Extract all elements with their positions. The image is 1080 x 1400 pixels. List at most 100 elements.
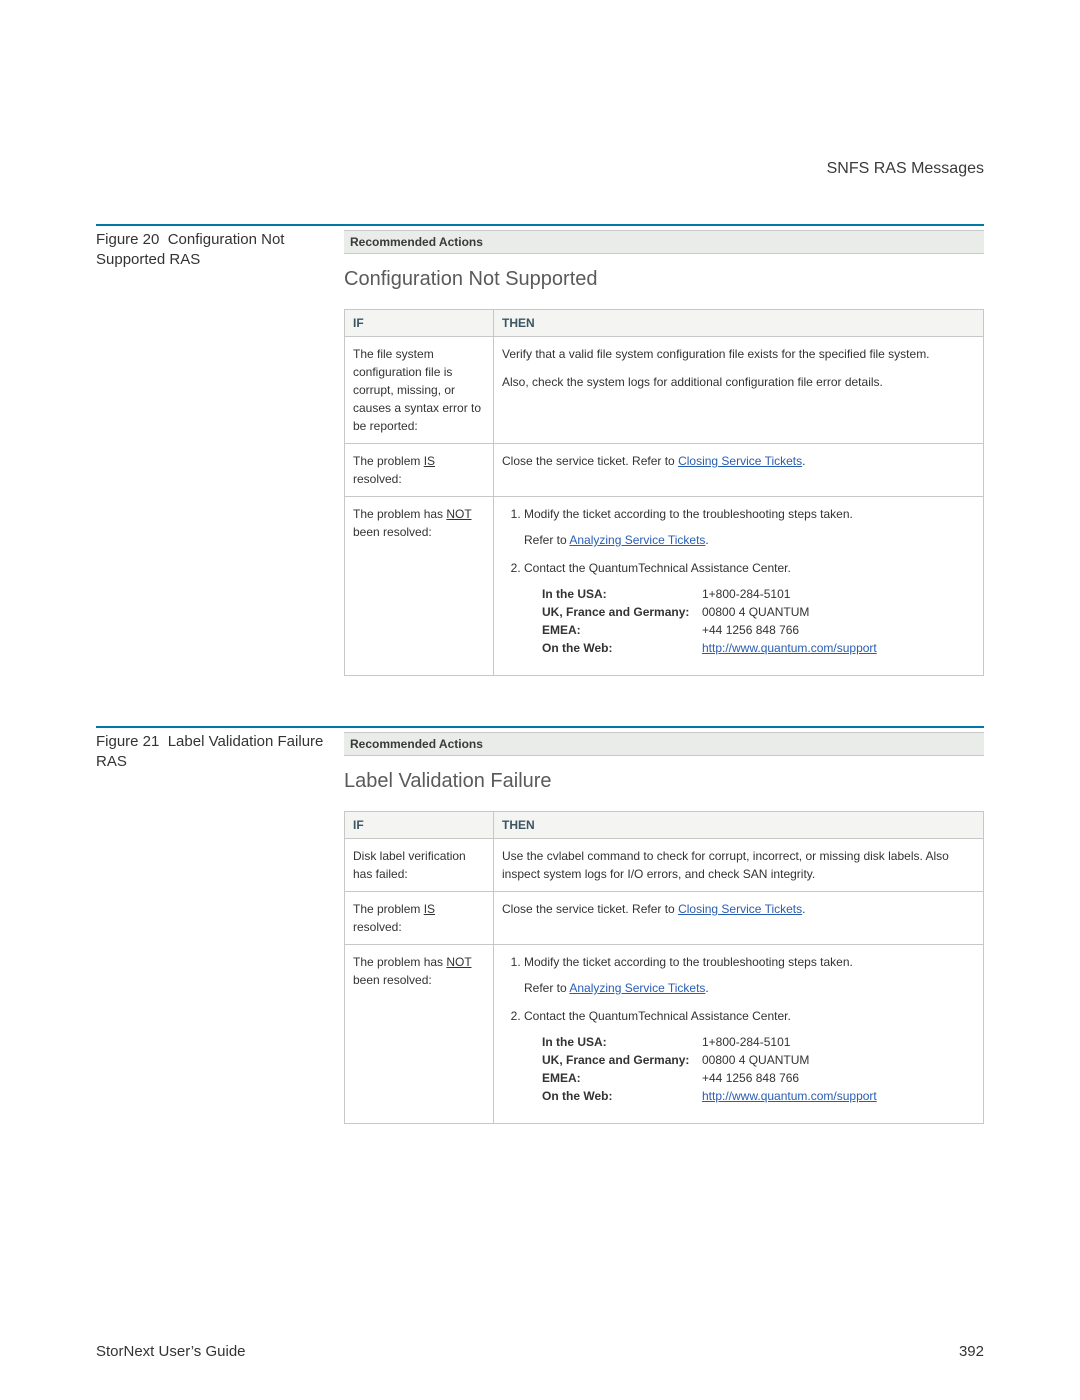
then-line: Also, check the system logs for addition…: [502, 373, 975, 391]
if-cell: The problem has NOT been resolved:: [345, 945, 494, 1124]
steps-list: Modify the ticket according to the troub…: [502, 505, 975, 657]
text: Refer to: [524, 981, 569, 995]
text: resolved:: [353, 920, 402, 934]
list-item: Contact the QuantumTechnical Assistance …: [524, 559, 975, 657]
table-row: The problem has NOT been resolved: Modif…: [345, 945, 984, 1124]
col-then-header: THEN: [494, 812, 984, 839]
footer-left: StorNext User’s Guide: [96, 1343, 246, 1360]
contact-row: EMEA: +44 1256 848 766: [542, 621, 975, 639]
panel-title: Configuration Not Supported: [344, 268, 984, 291]
if-cell: The problem has NOT been resolved:: [345, 497, 494, 676]
contact-row: EMEA: +44 1256 848 766: [542, 1069, 975, 1087]
contact-value: +44 1256 848 766: [702, 621, 975, 639]
page-footer: StorNext User’s Guide 392: [96, 1343, 984, 1360]
closing-service-tickets-link[interactable]: Closing Service Tickets: [678, 454, 802, 468]
figure-block: Figure 20 Configuration Not Supported RA…: [96, 230, 984, 676]
table-row: The problem has NOT been resolved: Modif…: [345, 497, 984, 676]
contact-label: UK, France and Germany:: [542, 1051, 702, 1069]
contact-value: 1+800-284-5101: [702, 585, 975, 603]
col-then-header: THEN: [494, 310, 984, 337]
analyzing-service-tickets-link[interactable]: Analyzing Service Tickets: [569, 533, 705, 547]
support-url-link[interactable]: http://www.quantum.com/support: [702, 1089, 877, 1103]
contact-value: 00800 4 QUANTUM: [702, 603, 975, 621]
text: The problem: [353, 454, 424, 468]
text: Modify the ticket according to the troub…: [524, 507, 853, 521]
then-cell: Modify the ticket according to the troub…: [494, 945, 984, 1124]
ras-table: IF THEN The file system configuration fi…: [344, 309, 984, 676]
text: been resolved:: [353, 525, 432, 539]
figure-block: Figure 21 Label Validation Failure RAS R…: [96, 732, 984, 1124]
ras-table: IF THEN Disk label verification has fail…: [344, 811, 984, 1124]
text: The problem: [353, 902, 424, 916]
text: resolved:: [353, 472, 402, 486]
then-line: Use the cvlabel command to check for cor…: [502, 847, 975, 883]
contact-value: http://www.quantum.com/support: [702, 1087, 975, 1105]
figure-number: Figure 21: [96, 733, 159, 750]
emphasis-not: NOT: [446, 955, 471, 969]
list-item: Modify the ticket according to the troub…: [524, 953, 975, 997]
panel-title: Label Validation Failure: [344, 770, 984, 793]
contact-row: UK, France and Germany: 00800 4 QUANTUM: [542, 603, 975, 621]
then-cell: Verify that a valid file system configur…: [494, 337, 984, 444]
if-cell: The file system configuration file is co…: [345, 337, 494, 444]
contact-label: In the USA:: [542, 1033, 702, 1051]
divider: [96, 224, 984, 226]
table-header-row: IF THEN: [345, 310, 984, 337]
if-cell: Disk label verification has failed:: [345, 839, 494, 892]
table-row: Disk label verification has failed: Use …: [345, 839, 984, 892]
text: Refer to: [524, 533, 569, 547]
table-header-row: IF THEN: [345, 812, 984, 839]
steps-list: Modify the ticket according to the troub…: [502, 953, 975, 1105]
contact-label: UK, France and Germany:: [542, 603, 702, 621]
contact-row: On the Web: http://www.quantum.com/suppo…: [542, 639, 975, 657]
emphasis-is: IS: [424, 454, 435, 468]
table-row: The problem IS resolved: Close the servi…: [345, 892, 984, 945]
table-row: The problem IS resolved: Close the servi…: [345, 444, 984, 497]
if-cell: The problem IS resolved:: [345, 444, 494, 497]
then-cell: Use the cvlabel command to check for cor…: [494, 839, 984, 892]
text: Close the service ticket. Refer to: [502, 902, 678, 916]
contact-label: In the USA:: [542, 585, 702, 603]
text: Modify the ticket according to the troub…: [524, 955, 853, 969]
recommended-actions-bar: Recommended Actions: [344, 732, 984, 756]
emphasis-is: IS: [424, 902, 435, 916]
analyzing-service-tickets-link[interactable]: Analyzing Service Tickets: [569, 981, 705, 995]
text: Contact the QuantumTechnical Assistance …: [524, 1009, 791, 1023]
figure-content: Recommended Actions Configuration Not Su…: [344, 230, 984, 676]
text: .: [705, 981, 708, 995]
closing-service-tickets-link[interactable]: Closing Service Tickets: [678, 902, 802, 916]
if-cell: The problem IS resolved:: [345, 892, 494, 945]
text: The problem has: [353, 955, 446, 969]
footer-page-number: 392: [959, 1343, 984, 1360]
text: The problem has: [353, 507, 446, 521]
contact-value: +44 1256 848 766: [702, 1069, 975, 1087]
recommended-actions-bar: Recommended Actions: [344, 230, 984, 254]
figure-caption: Figure 21 Label Validation Failure RAS: [96, 732, 344, 773]
contact-value: 00800 4 QUANTUM: [702, 1051, 975, 1069]
contact-row: On the Web: http://www.quantum.com/suppo…: [542, 1087, 975, 1105]
contact-value: http://www.quantum.com/support: [702, 639, 975, 657]
then-cell: Close the service ticket. Refer to Closi…: [494, 892, 984, 945]
list-item: Contact the QuantumTechnical Assistance …: [524, 1007, 975, 1105]
contact-label: On the Web:: [542, 1087, 702, 1105]
contact-label: EMEA:: [542, 1069, 702, 1087]
support-url-link[interactable]: http://www.quantum.com/support: [702, 641, 877, 655]
list-item: Modify the ticket according to the troub…: [524, 505, 975, 549]
contact-label: On the Web:: [542, 639, 702, 657]
text: .: [802, 454, 805, 468]
divider: [96, 726, 984, 728]
contact-row: In the USA: 1+800-284-5101: [542, 585, 975, 603]
contact-value: 1+800-284-5101: [702, 1033, 975, 1051]
text: Contact the QuantumTechnical Assistance …: [524, 561, 791, 575]
text: .: [802, 902, 805, 916]
contact-row: In the USA: 1+800-284-5101: [542, 1033, 975, 1051]
contact-label: EMEA:: [542, 621, 702, 639]
emphasis-not: NOT: [446, 507, 471, 521]
text: .: [705, 533, 708, 547]
then-cell: Close the service ticket. Refer to Closi…: [494, 444, 984, 497]
figure-caption: Figure 20 Configuration Not Supported RA…: [96, 230, 344, 271]
then-cell: Modify the ticket according to the troub…: [494, 497, 984, 676]
text: Close the service ticket. Refer to: [502, 454, 678, 468]
text: been resolved:: [353, 973, 432, 987]
document-page: SNFS RAS Messages Figure 20 Configuratio…: [0, 0, 1080, 1400]
